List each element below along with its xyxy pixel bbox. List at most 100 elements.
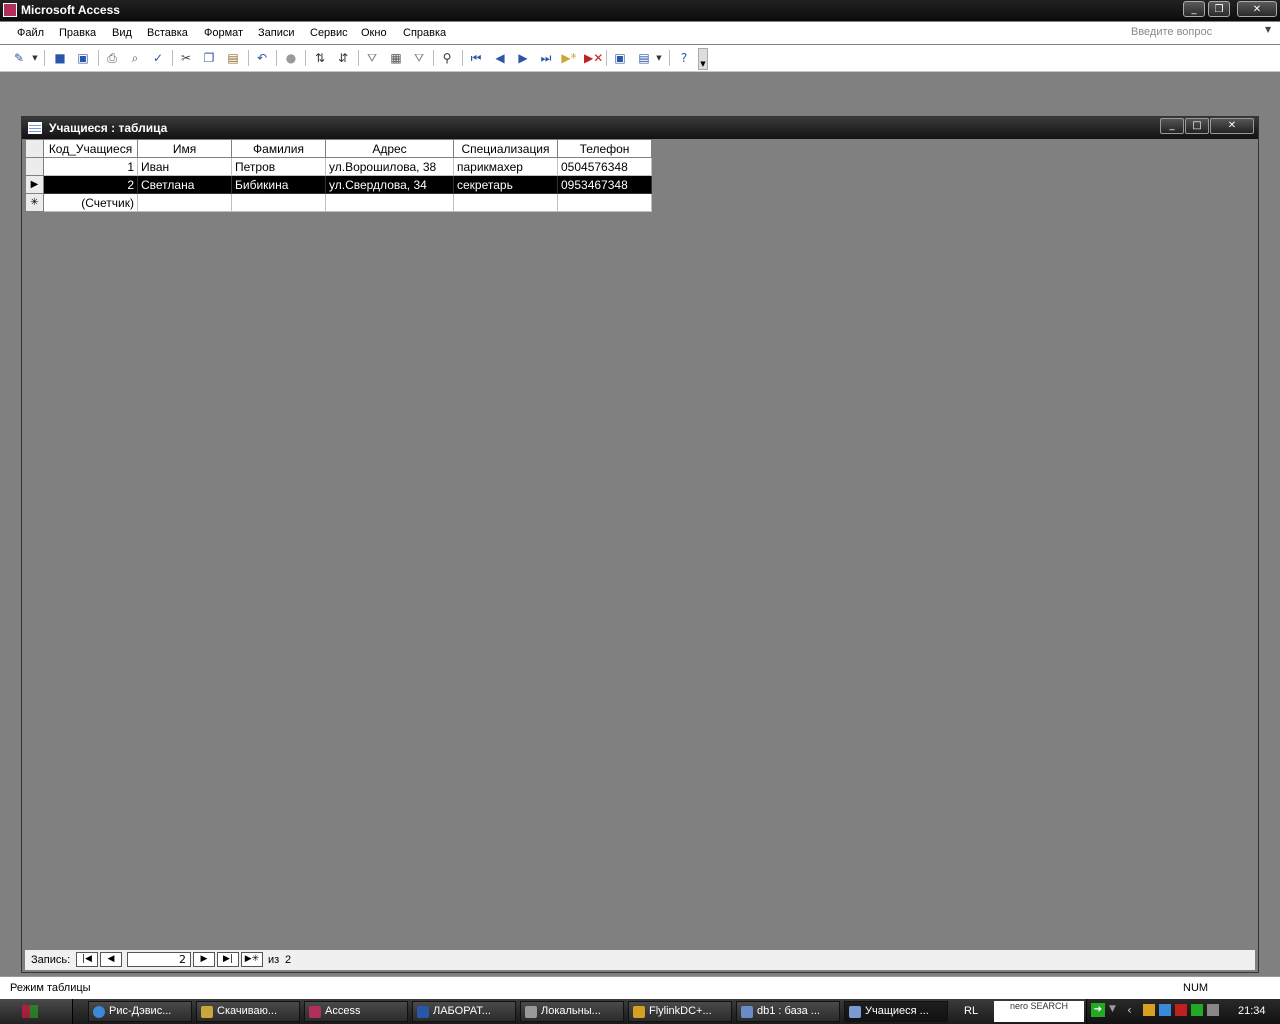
table-cell[interactable]	[557, 193, 652, 212]
menu-file[interactable]: Файл	[17, 27, 44, 39]
access-app-icon[interactable]	[3, 3, 17, 17]
child-maximize-button[interactable]: □	[1185, 118, 1209, 134]
find-icon[interactable]: ⚲	[439, 50, 455, 66]
table-cell[interactable]: 0504576348	[557, 157, 652, 176]
search-file-icon[interactable]: ▣	[75, 50, 91, 66]
start-button[interactable]	[0, 999, 73, 1024]
sort-ascending-icon[interactable]: ⇅	[312, 50, 328, 66]
column-header[interactable]: Имя	[137, 139, 232, 158]
network-tray-icon[interactable]	[1159, 1004, 1171, 1016]
table-cell[interactable]	[231, 193, 326, 212]
tray-expand-icon[interactable]: ‹	[1127, 1003, 1132, 1017]
column-header[interactable]: Адрес	[325, 139, 454, 158]
task-button[interactable]: Access	[304, 1001, 408, 1022]
maximize-button[interactable]: ❐	[1208, 1, 1230, 17]
menu-view[interactable]: Вид	[112, 27, 132, 39]
column-header[interactable]: Телефон	[557, 139, 652, 158]
close-button[interactable]: ✕	[1237, 1, 1277, 17]
apply-filter-icon[interactable]: ⛛	[411, 50, 427, 66]
table-row-current[interactable]: ▶ 2 Светлана Бибикина ул.Свердлова, 34 с…	[25, 175, 652, 194]
new-record-asterisk-icon[interactable]: ✳	[25, 193, 44, 212]
menu-help[interactable]: Справка	[403, 27, 446, 39]
hyperlink-icon[interactable]: ●	[283, 50, 299, 66]
filter-by-form-icon[interactable]: ▦	[388, 50, 404, 66]
copy-icon[interactable]: ❐	[201, 50, 217, 66]
table-cell[interactable]: 0953467348	[557, 175, 652, 194]
filter-by-selection-icon[interactable]: ⛛	[364, 50, 380, 66]
table-cell[interactable]: ул.Ворошилова, 38	[325, 157, 454, 176]
volume-tray-icon[interactable]	[1207, 1004, 1219, 1016]
ask-dropdown-icon[interactable]: ▼	[1265, 25, 1271, 34]
task-button[interactable]: db1 : база ...	[736, 1001, 840, 1022]
column-header[interactable]: Фамилия	[231, 139, 326, 158]
nav-last-button[interactable]: ▶|	[217, 952, 239, 967]
task-button[interactable]: ЛАБОРАТ...	[412, 1001, 516, 1022]
toolbar-options-icon[interactable]: ▼	[698, 48, 708, 70]
next-record-icon[interactable]: ▶	[515, 50, 531, 66]
child-close-button[interactable]: ✕	[1210, 118, 1254, 134]
undo-icon[interactable]: ↶	[254, 50, 270, 66]
sort-descending-icon[interactable]: ⇵	[335, 50, 351, 66]
table-cell[interactable]: 2	[43, 175, 138, 194]
menu-insert[interactable]: Вставка	[147, 27, 188, 39]
child-minimize-button[interactable]: _	[1160, 118, 1184, 134]
menu-format[interactable]: Формат	[204, 27, 243, 39]
new-object-dropdown-icon[interactable]: ▼	[655, 50, 663, 66]
row-selector[interactable]	[25, 157, 44, 176]
table-cell[interactable]: Светлана	[137, 175, 232, 194]
previous-record-icon[interactable]: ◀	[492, 50, 508, 66]
table-cell[interactable]	[453, 193, 558, 212]
table-cell-autonumber[interactable]: (Счетчик)	[43, 193, 138, 212]
table-cell[interactable]	[137, 193, 232, 212]
menu-edit[interactable]: Правка	[59, 27, 96, 39]
task-button[interactable]: Локальны...	[520, 1001, 624, 1022]
table-cell[interactable]: ул.Свердлова, 34	[325, 175, 454, 194]
table-row[interactable]: 1 Иван Петров ул.Ворошилова, 38 парикмах…	[25, 157, 652, 176]
record-number-input[interactable]: 2	[127, 952, 191, 967]
print-icon[interactable]: ⎙	[104, 50, 120, 66]
nav-previous-button[interactable]: ◀	[100, 952, 122, 967]
last-record-icon[interactable]: ⏭	[538, 50, 554, 66]
first-record-icon[interactable]: ⏮	[468, 50, 484, 66]
new-record-row[interactable]: ✳ (Счетчик)	[25, 193, 652, 212]
table-cell[interactable]: 1	[43, 157, 138, 176]
nero-search-box[interactable]: nero SEARCH	[994, 1001, 1084, 1022]
clock[interactable]: 21:34	[1238, 1005, 1266, 1017]
table-cell[interactable]: парикмахер	[453, 157, 558, 176]
database-window-icon[interactable]: ▣	[612, 50, 628, 66]
minimize-button[interactable]: _	[1183, 1, 1205, 17]
task-button-active[interactable]: Учащиеся ...	[844, 1001, 948, 1022]
arrow-icon[interactable]: ➔	[1091, 1003, 1105, 1017]
print-preview-icon[interactable]: ⌕	[127, 50, 143, 66]
current-record-icon[interactable]: ▶	[25, 175, 44, 194]
antivirus-tray-icon[interactable]	[1175, 1004, 1187, 1016]
table-cell[interactable]: секретарь	[453, 175, 558, 194]
spelling-icon[interactable]: ✓	[150, 50, 166, 66]
menu-window[interactable]: Окно	[361, 27, 387, 39]
column-header[interactable]: Специализация	[453, 139, 558, 158]
language-indicator[interactable]: RL	[964, 1005, 978, 1017]
task-button[interactable]: Скачиваю...	[196, 1001, 300, 1022]
nav-new-button[interactable]: ▶✳	[241, 952, 263, 967]
task-button[interactable]: FlylinkDC+...	[628, 1001, 732, 1022]
nav-next-button[interactable]: ▶	[193, 952, 215, 967]
new-object-icon[interactable]: ▤	[636, 50, 652, 66]
table-cell[interactable]: Петров	[231, 157, 326, 176]
save-icon[interactable]: ■	[52, 50, 68, 66]
tray-dropdown-icon[interactable]: ▼	[1109, 1004, 1116, 1014]
table-cell[interactable]	[325, 193, 454, 212]
menu-records[interactable]: Записи	[258, 27, 295, 39]
help-icon[interactable]: ?	[676, 50, 692, 66]
column-header[interactable]: Код_Учащиеся	[43, 139, 138, 158]
paste-icon[interactable]: ▤	[225, 50, 241, 66]
view-design-icon[interactable]: ✎	[11, 50, 27, 66]
select-all-corner[interactable]	[25, 139, 44, 158]
flylink-tray-icon[interactable]	[1143, 1004, 1155, 1016]
table-cell[interactable]: Иван	[137, 157, 232, 176]
new-record-icon[interactable]: ▶*	[561, 50, 577, 66]
table-cell[interactable]: Бибикина	[231, 175, 326, 194]
view-dropdown-icon[interactable]: ▼	[31, 50, 39, 66]
delete-record-icon[interactable]: ▶✕	[584, 50, 603, 66]
cut-icon[interactable]: ✂	[178, 50, 194, 66]
nvidia-tray-icon[interactable]	[1191, 1004, 1203, 1016]
